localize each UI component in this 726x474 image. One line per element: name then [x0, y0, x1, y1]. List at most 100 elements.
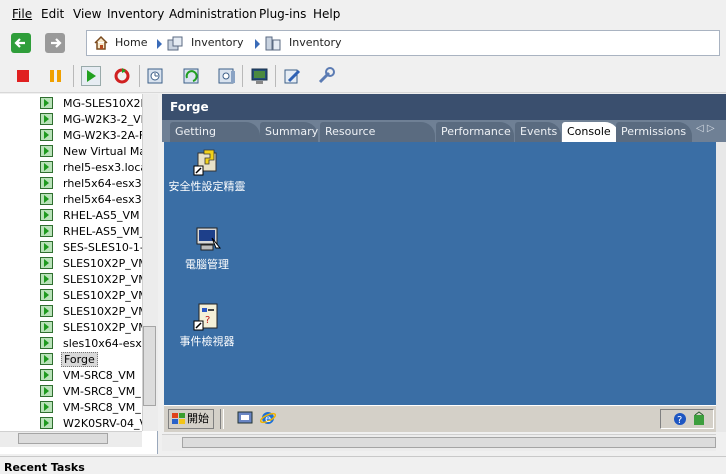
- tree-item[interactable]: VM-SRC8_VM: [40, 368, 142, 384]
- tab-getting-started[interactable]: Getting Started: [170, 122, 260, 157]
- vm-powered-on-icon: [40, 177, 53, 189]
- forward-arrow-glyph: [51, 38, 62, 48]
- desktop-icon-event-viewer[interactable]: ? 事件檢視器: [167, 302, 247, 348]
- vm-powered-on-icon: [40, 369, 53, 381]
- tree-item[interactable]: SLES10X2P_VM: [40, 288, 142, 304]
- tree-item-label: New Virtual Ma: [63, 145, 142, 158]
- tree-item[interactable]: W2K0SRV-04_V: [40, 416, 142, 432]
- network-icon[interactable]: [691, 411, 707, 427]
- revert-snapshot-icon[interactable]: [182, 66, 202, 86]
- vm-powered-on-icon: [40, 145, 53, 157]
- menu-file[interactable]: File: [12, 7, 32, 21]
- panel-header: Forge: [162, 94, 726, 120]
- stop-icon[interactable]: [13, 66, 33, 86]
- windows-logo-icon: [172, 413, 185, 424]
- pause-icon[interactable]: [46, 66, 66, 86]
- inventory-tree[interactable]: MG-SLES10X2P MG-W2K3-2_VI MG-W2K3-2A-F New …: [0, 94, 158, 454]
- tab-strip: Getting Started Summary Resource Allocat…: [162, 120, 726, 157]
- tree-item[interactable]: MG-W2K3-2A-F: [40, 128, 142, 144]
- tree-item-label: Forge: [61, 352, 98, 367]
- tree-item[interactable]: rhel5x64-esx3.l: [40, 176, 142, 192]
- console-vertical-scrollbar[interactable]: [716, 142, 726, 432]
- tree-item[interactable]: SLES10X2P_VM: [40, 320, 142, 336]
- tree-item-label: SLES10X2P_VM: [63, 321, 142, 334]
- reset-icon[interactable]: [112, 66, 132, 86]
- tab-resource-allocation[interactable]: Resource Allocation: [320, 122, 435, 157]
- menu-inventory[interactable]: Inventory: [107, 7, 164, 21]
- computer-management-icon: [196, 227, 222, 251]
- help-icon[interactable]: ?: [673, 412, 687, 426]
- breadcrumb-inventory-2[interactable]: Inventory: [289, 36, 342, 49]
- tab-summary[interactable]: Summary: [260, 122, 318, 142]
- vm-powered-on-icon: [40, 289, 53, 301]
- vm-powered-on-icon: [40, 401, 53, 413]
- menu-help[interactable]: Help: [313, 7, 340, 21]
- tree-item[interactable]: SLES10X2P_VM: [40, 304, 142, 320]
- tree-vertical-scroll-thumb[interactable]: [143, 326, 156, 406]
- tab-console[interactable]: Console: [562, 122, 619, 142]
- tree-item-label: MG-W2K3-2_VI: [63, 113, 142, 126]
- tab-permissions[interactable]: Permissions: [616, 122, 692, 142]
- menu-plug-ins[interactable]: Plug-ins: [259, 7, 306, 21]
- tree-item-label: VM-SRC8_VM_: [63, 385, 141, 398]
- event-viewer-icon: ?: [193, 303, 218, 331]
- edit-settings-glyph: [284, 69, 301, 84]
- tree-item[interactable]: SLES10X2P_VM: [40, 256, 142, 272]
- menu-view[interactable]: View: [73, 7, 101, 21]
- home-icon[interactable]: [93, 35, 109, 51]
- menu-bar: File Edit View Inventory Administration …: [0, 0, 726, 28]
- tree-item[interactable]: rhel5x64-esx3.l: [40, 192, 142, 208]
- edit-settings-icon[interactable]: [283, 66, 303, 86]
- menu-edit[interactable]: Edit: [41, 7, 64, 21]
- tree-item-label: RHEL-AS5_VM: [63, 209, 140, 222]
- tree-item[interactable]: MG-SLES10X2P: [40, 96, 142, 112]
- breadcrumb-home[interactable]: Home: [115, 36, 147, 49]
- tree-item[interactable]: New Virtual Ma: [40, 144, 142, 160]
- taskbar-separator: [220, 409, 224, 429]
- tree-horizontal-scroll-thumb[interactable]: [18, 433, 108, 444]
- recent-tasks-bar[interactable]: Recent Tasks: [0, 456, 726, 474]
- tree-item[interactable]: SES-SLES10-1-F: [40, 240, 142, 256]
- vm-powered-on-icon: [40, 161, 53, 173]
- start-button[interactable]: 開始: [168, 409, 214, 429]
- tools-icon[interactable]: [316, 66, 336, 86]
- snapshot-icon[interactable]: [146, 66, 166, 86]
- tree-item[interactable]: VM-SRC8_VM_: [40, 384, 142, 400]
- breadcrumb-inventory-1[interactable]: Inventory: [191, 36, 244, 49]
- internet-explorer-icon[interactable]: e: [260, 410, 276, 426]
- back-arrow-icon[interactable]: [11, 33, 31, 53]
- tab-performance[interactable]: Performance: [436, 122, 514, 142]
- console-horizontal-scroll-thumb[interactable]: [182, 437, 716, 448]
- tree-item[interactable]: RHEL-AS5_VM: [40, 208, 142, 224]
- desktop-icon-label: 安全性設定精靈: [168, 180, 246, 193]
- tree-item[interactable]: sles10x64-esx3: [40, 336, 142, 352]
- tree-item[interactable]: RHEL-AS5_VM_: [40, 224, 142, 240]
- vm-powered-on-icon: [40, 209, 53, 221]
- panel-title: Forge: [170, 100, 209, 114]
- recent-tasks-label: Recent Tasks: [4, 461, 85, 474]
- tree-item[interactable]: SLES10X2P_VM: [40, 272, 142, 288]
- desktop-icon-computer-management[interactable]: 電腦管理: [167, 225, 247, 271]
- vm-powered-on-icon: [40, 97, 53, 109]
- tree-item[interactable]: MG-W2K3-2_VI: [40, 112, 142, 128]
- menu-administration[interactable]: Administration: [169, 7, 257, 21]
- tab-events[interactable]: Events: [515, 122, 561, 142]
- toolbar-separator: [139, 65, 140, 87]
- back-arrow-glyph: [14, 38, 25, 48]
- tree-item[interactable]: rhel5-esx3.loca: [40, 160, 142, 176]
- tree-item-label: SLES10X2P_VM: [63, 289, 142, 302]
- play-icon[interactable]: [81, 66, 101, 86]
- tree-item-label: MG-SLES10X2P: [63, 97, 142, 110]
- forward-arrow-icon[interactable]: [45, 33, 65, 53]
- tab-scroll-arrows[interactable]: ◁ ▷: [696, 123, 724, 140]
- console-icon[interactable]: [250, 66, 270, 86]
- tree-item[interactable]: Forge: [40, 352, 142, 368]
- desktop-icon[interactable]: [237, 410, 253, 426]
- system-tray: ?: [660, 409, 714, 429]
- snapshot-manager-icon[interactable]: [217, 66, 237, 86]
- desktop-icon-security-wizard[interactable]: 安全性設定精靈: [167, 147, 247, 193]
- breadcrumb-separator-icon: [157, 39, 162, 49]
- vm-powered-on-icon: [40, 353, 53, 365]
- tree-item[interactable]: VM-SRC8_VM_: [40, 400, 142, 416]
- vm-console-screen[interactable]: 安全性設定精靈 電腦管理 ? 事件檢視器: [164, 142, 716, 432]
